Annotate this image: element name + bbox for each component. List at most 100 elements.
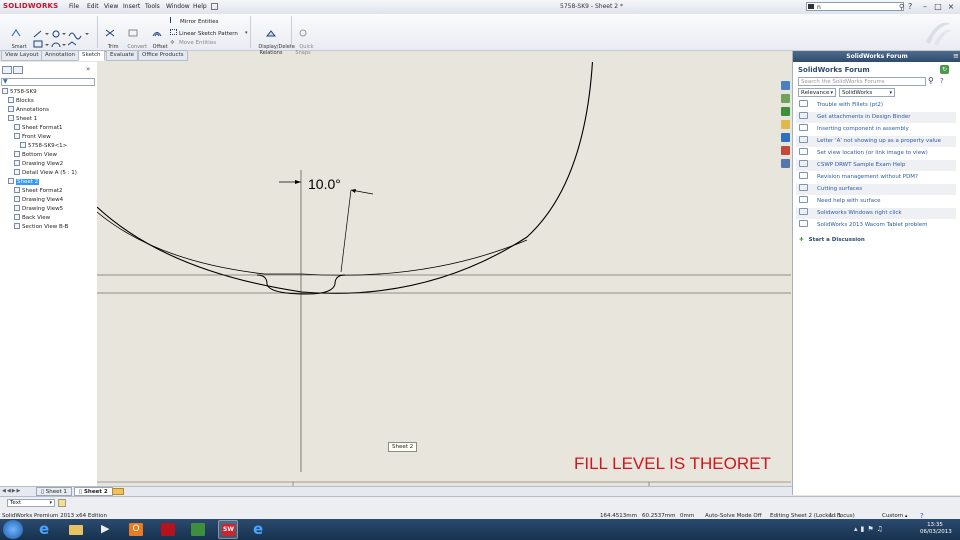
tab-annotation[interactable]: Annotation	[41, 50, 80, 61]
forum-topic-link[interactable]: Get attachments in Design Binder	[796, 112, 956, 123]
menu-window[interactable]: Window	[166, 3, 190, 10]
forum-topic-link[interactable]: CSWP DRWT Sample Exam Help	[796, 160, 956, 171]
tree-item[interactable]: Detail View A (5 : 1)	[14, 169, 77, 177]
menu-view[interactable]: View	[104, 3, 118, 10]
add-sheet-icon[interactable]	[112, 488, 124, 495]
taskbar-ie-2[interactable]: e	[250, 520, 270, 539]
forum-topic-link[interactable]: Trouble with Fillets (pt2)	[796, 100, 956, 111]
tree-item[interactable]: Sheet 2	[8, 178, 40, 186]
tree-filter-input[interactable]: ▼	[1, 78, 95, 86]
forum-topic-link[interactable]: Cutting surfaces	[796, 184, 956, 195]
tab-evaluate[interactable]: Evaluate	[106, 50, 139, 61]
tree-item[interactable]: Drawing View2	[14, 160, 63, 168]
taskbar-acrobat[interactable]	[158, 520, 178, 539]
forum-search-icon[interactable]: ⚲	[928, 76, 934, 85]
mirror-entities-button[interactable]: Mirror Entities	[170, 17, 219, 25]
resources-icon[interactable]	[781, 81, 790, 90]
search-scope-icon[interactable]	[808, 4, 814, 9]
taskbar-solidworks[interactable]: SW	[218, 520, 238, 539]
display-delete-relations-button[interactable]: Display/Delete Relations	[252, 17, 295, 62]
fill-level-note[interactable]: FILL LEVEL IS THEORET	[574, 454, 771, 474]
forum-search-input[interactable]: Search the SolidWorks Forums	[798, 77, 926, 86]
tree-item[interactable]: Front View	[14, 133, 51, 141]
tree-node-icon	[8, 106, 14, 112]
linear-sketch-pattern-button[interactable]: Linear Sketch Pattern	[170, 29, 238, 37]
tree-node-icon	[14, 169, 20, 175]
tree-item[interactable]: 5758-SK9<1>	[20, 142, 67, 150]
angle-dimension-label[interactable]: 10.0°	[308, 176, 341, 192]
tree-item[interactable]: Back View	[14, 214, 50, 222]
tab-office-products[interactable]: Office Products	[138, 50, 188, 61]
maximize-button[interactable]: □	[933, 2, 943, 11]
move-entities-button[interactable]: ✥ Move Entities	[170, 40, 216, 46]
drawing-canvas[interactable]: ⚲⚲↺↻▩▦◉ 10.0° Sheet 2 FILL LEVEL IS THEO…	[97, 62, 791, 486]
pin-pane-icon[interactable]: ≡	[953, 52, 959, 60]
custom-properties-icon[interactable]	[781, 146, 790, 155]
layer-properties-icon[interactable]	[58, 499, 66, 507]
tree-item[interactable]: Sheet Format2	[14, 187, 63, 195]
help-icon[interactable]: ?	[908, 2, 912, 11]
scope-select[interactable]: SolidWorks ▾	[839, 88, 895, 97]
start-button[interactable]	[3, 520, 23, 539]
property-manager-tab-icon[interactable]	[13, 66, 23, 74]
taskbar-media[interactable]: ▶	[96, 520, 116, 539]
forum-topic-link[interactable]: Revision management without PDM?	[796, 172, 956, 183]
forum-topic-link[interactable]: SolidWorks 2013 Wacom Tablet problem	[796, 220, 956, 231]
forum-topic-link[interactable]: Letter 'A' not showing up as a property …	[796, 136, 956, 147]
forum-icon[interactable]	[781, 159, 790, 168]
tab-view-layout[interactable]: View Layout	[1, 50, 43, 61]
menu-insert[interactable]: Insert	[123, 3, 140, 10]
tree-item[interactable]: Sheet Format1	[14, 124, 63, 132]
menu-help[interactable]: Help	[193, 3, 207, 10]
tree-item[interactable]: Annotations	[8, 106, 49, 114]
tree-item[interactable]: Drawing View5	[14, 205, 63, 213]
search-input[interactable]: n	[806, 2, 904, 11]
layer-select[interactable]: Text ▾	[7, 499, 55, 507]
menu-file[interactable]: File	[69, 3, 79, 10]
forum-topic-link[interactable]: Inserting component in assembly	[796, 124, 956, 135]
minimize-button[interactable]: –	[920, 2, 930, 11]
tree-item[interactable]: Bottom View	[14, 151, 57, 159]
tree-item[interactable]: 5758-SK9	[2, 88, 37, 96]
view-palette-icon[interactable]	[781, 120, 790, 129]
flag-icon[interactable]: ⚑	[867, 525, 876, 533]
forum-topic-link[interactable]: Solidworks Windows right click	[796, 208, 956, 219]
tree-item-label: Drawing View4	[22, 197, 64, 203]
system-tray[interactable]: ▴▮⚑♫	[854, 525, 886, 533]
tree-item[interactable]: Drawing View4	[14, 196, 63, 204]
taskbar-explorer[interactable]	[66, 520, 86, 539]
feature-tree-tab-icon[interactable]	[2, 66, 12, 74]
forum-help-icon[interactable]: ?	[940, 77, 944, 85]
sort-select[interactable]: Relevance ▾	[798, 88, 836, 97]
forum-topic-link[interactable]: Set view location (or link image to view…	[796, 148, 956, 159]
taskbar-app[interactable]	[188, 520, 208, 539]
sheet-tab-1[interactable]: ▯ Sheet 1	[36, 487, 72, 496]
system-clock[interactable]: 13:35 06/03/2013	[920, 522, 952, 536]
tree-item[interactable]: Sheet 1	[8, 115, 37, 123]
task-pane-tabs[interactable]	[780, 81, 791, 169]
volume-icon[interactable]: ♫	[877, 525, 886, 533]
taskbar-ie[interactable]: e	[36, 520, 56, 539]
sheet-scroll-arrows[interactable]: ◀◀▶▶	[2, 488, 21, 494]
pin-icon[interactable]	[211, 3, 218, 10]
forum-topic-link[interactable]: Need help with surface	[796, 196, 956, 207]
appearances-icon[interactable]	[781, 133, 790, 142]
sheet-tab-2[interactable]: ▯ Sheet 2	[74, 487, 113, 496]
menu-edit[interactable]: Edit	[87, 3, 99, 10]
close-button[interactable]: ×	[946, 2, 956, 11]
start-discussion-link[interactable]: ✚ Start a Discussion	[799, 237, 865, 243]
sketch-geometry[interactable]	[97, 62, 791, 486]
taskbar-outlook[interactable]: O	[126, 520, 146, 539]
tab-sketch[interactable]: Sketch	[78, 50, 105, 61]
file-explorer-icon[interactable]	[781, 107, 790, 116]
refresh-icon[interactable]: ↻	[940, 65, 949, 74]
search-icon[interactable]: ⚲	[899, 3, 904, 11]
tree-item[interactable]: Section View B-B	[14, 223, 68, 231]
tree-item[interactable]: Blocks	[8, 97, 34, 105]
linear-pattern-dropdown-icon[interactable]: ▾	[245, 30, 248, 36]
menu-tools[interactable]: Tools	[145, 3, 160, 10]
expand-panel-icon[interactable]: »	[86, 65, 90, 73]
quick-snaps-button[interactable]: Quick Snaps	[293, 17, 314, 62]
design-library-icon[interactable]	[781, 94, 790, 103]
windows-taskbar: e ▶ O SW e ▴▮⚑♫ 13:35 06/03/2013	[0, 519, 960, 540]
